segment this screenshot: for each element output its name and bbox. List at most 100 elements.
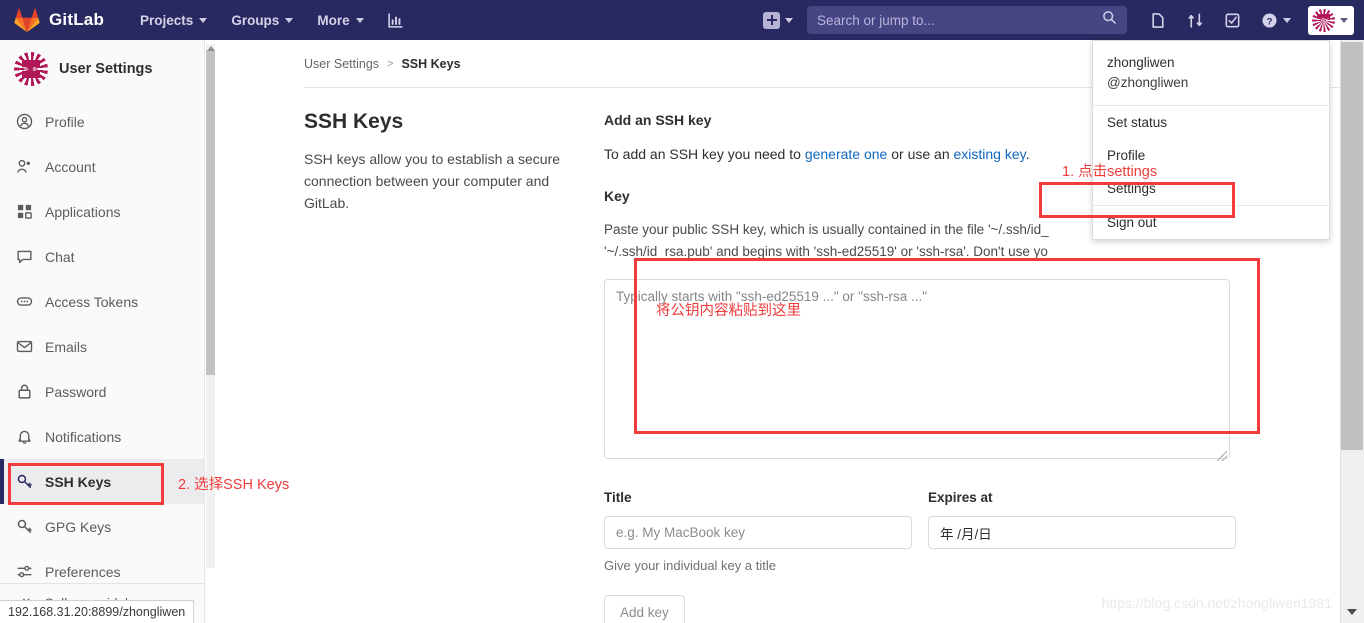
page-scrollbar-thumb[interactable] (1341, 42, 1363, 450)
nav-item-projects[interactable]: Projects (130, 4, 217, 37)
sidebar-item-notifications[interactable]: Notifications (0, 414, 204, 459)
search-input[interactable] (817, 12, 1102, 28)
sidebar-item-access-tokens[interactable]: Access Tokens (0, 279, 204, 324)
lock-icon (16, 383, 33, 400)
avatar (1312, 8, 1335, 32)
navbar-right-cluster: ? (757, 0, 1354, 40)
sidebar-header[interactable]: User Settings (0, 40, 204, 99)
global-search[interactable] (807, 6, 1127, 34)
sidebar-item-chat[interactable]: Chat (0, 234, 204, 279)
dropdown-item-sign-out[interactable]: Sign out (1093, 206, 1329, 239)
generate-one-link[interactable]: generate one (805, 146, 888, 162)
nav-item-groups[interactable]: Groups (221, 4, 303, 37)
panel-description-column: SSH Keys SSH keys allow you to establish… (304, 110, 604, 623)
dropdown-user-info[interactable]: zhongliwen @zhongliwen (1093, 41, 1329, 106)
sidebar-item-applications[interactable]: Applications (0, 189, 204, 234)
page-description: SSH keys allow you to establish a secure… (304, 151, 561, 211)
existing-key-link[interactable]: existing key (954, 146, 1026, 162)
scroll-down-arrow-icon[interactable] (1347, 609, 1357, 615)
token-icon (16, 293, 33, 310)
add-key-button[interactable]: Add key (604, 595, 685, 623)
expires-label: Expires at (928, 490, 993, 505)
dropdown-item-set-status[interactable]: Set status (1093, 106, 1329, 139)
plus-square-icon (763, 11, 780, 29)
dropdown-user-name: zhongliwen (1107, 55, 1175, 70)
envelope-icon (16, 338, 33, 355)
sidebar-item-label: Profile (45, 113, 85, 130)
key-help-line-2: '~/.ssh/id_rsa.pub' and begins with 'ssh… (604, 244, 1048, 259)
dropdown-item-profile[interactable]: Profile (1093, 139, 1329, 172)
sidebar-item-label: GPG Keys (45, 518, 112, 535)
sidebar-item-emails[interactable]: Emails (0, 324, 204, 369)
dropdown-item-settings[interactable]: Settings (1093, 172, 1329, 205)
svg-text:?: ? (1267, 16, 1273, 27)
sidebar-item-label: SSH Keys (45, 473, 112, 490)
todos-icon[interactable] (1215, 5, 1250, 36)
nav-item-groups-label: Groups (231, 12, 280, 28)
applications-grid-icon (16, 203, 33, 220)
primary-nav: Projects Groups More (130, 4, 413, 37)
nav-item-more[interactable]: More (307, 4, 373, 37)
top-navbar: GitLab Projects Groups More Search or ju… (0, 0, 1364, 40)
create-new-button[interactable] (757, 8, 799, 33)
gitlab-ssh-keys-page: GitLab Projects Groups More Search or ju… (0, 0, 1364, 623)
sidebar-item-ssh-keys[interactable]: SSH Keys (0, 459, 204, 504)
user-settings-sidebar: User Settings Profile Account Applicatio… (0, 40, 205, 623)
key-input[interactable] (604, 279, 1230, 459)
title-help-text: Give your individual key a title (604, 558, 776, 573)
key-icon (16, 518, 33, 535)
scroll-up-arrow-icon[interactable] (207, 46, 215, 51)
sidebar-item-label: Password (45, 383, 107, 400)
sidebar-item-label: Applications (45, 203, 121, 220)
title-label: Title (604, 490, 632, 505)
chevron-down-icon (285, 17, 294, 23)
form-subtext-prefix: To add an SSH key you need to (604, 146, 805, 162)
status-bar: 192.168.31.20:8899/zhongliwen (0, 600, 195, 623)
sidebar-item-label: Notifications (45, 428, 122, 445)
key-icon (16, 473, 33, 490)
sidebar-item-label: Account (45, 158, 96, 175)
chevron-down-icon (1283, 17, 1291, 23)
title-field-group: Title Give your individual key a title (604, 490, 912, 573)
merge-requests-icon[interactable] (1178, 5, 1213, 36)
help-icon[interactable]: ? (1252, 5, 1300, 36)
form-subtext-suffix: . (1025, 146, 1030, 162)
breadcrumb-user-settings[interactable]: User Settings (304, 57, 379, 71)
chevron-down-icon (355, 17, 364, 23)
title-input[interactable] (604, 516, 912, 549)
user-menu-button[interactable] (1308, 5, 1354, 35)
status-bar-url: 192.168.31.20:8899/zhongliwen (8, 605, 186, 619)
account-key-icon (16, 158, 33, 175)
chat-bubble-icon (16, 248, 33, 265)
expires-field-group: Expires at 年 /月/日 (928, 490, 1236, 573)
breadcrumb-current: SSH Keys (401, 57, 461, 71)
chevron-down-icon (199, 17, 208, 23)
sidebar-item-account[interactable]: Account (0, 144, 204, 189)
user-dropdown-menu: zhongliwen @zhongliwen Set status Profil… (1092, 40, 1330, 240)
issues-icon[interactable] (1141, 5, 1176, 36)
avatar (14, 52, 48, 86)
bell-icon (16, 428, 33, 445)
sidebar-item-label: Preferences (45, 563, 121, 580)
expires-date-input[interactable]: 年 /月/日 (928, 516, 1236, 549)
dropdown-user-handle: @zhongliwen (1107, 75, 1189, 90)
sliders-icon (16, 563, 33, 580)
gitlab-brand[interactable]: GitLab (14, 8, 104, 32)
sidebar-item-gpg-keys[interactable]: GPG Keys (0, 504, 204, 549)
sidebar-item-password[interactable]: Password (0, 369, 204, 414)
key-textarea-wrapper (604, 279, 1230, 464)
chart-bar-icon[interactable] (378, 5, 413, 36)
gitlab-brand-label: GitLab (49, 10, 105, 29)
sidebar-item-label: Chat (45, 248, 75, 265)
sidebar-item-profile[interactable]: Profile (0, 99, 204, 144)
sidebar-title: User Settings (59, 61, 153, 77)
form-subtext-middle: or use an (887, 146, 954, 162)
sidebar-item-label: Emails (45, 338, 88, 355)
breadcrumb-separator-icon: > (387, 58, 394, 70)
sidebar-item-label: Access Tokens (45, 293, 139, 310)
title-expiry-row: Title Give your individual key a title E… (604, 490, 1340, 573)
nav-item-more-label: More (317, 12, 350, 28)
sidebar-scrollbar-thumb[interactable] (206, 50, 215, 375)
key-help-line-1: Paste your public SSH key, which is usua… (604, 222, 1049, 237)
search-icon (1102, 10, 1117, 30)
